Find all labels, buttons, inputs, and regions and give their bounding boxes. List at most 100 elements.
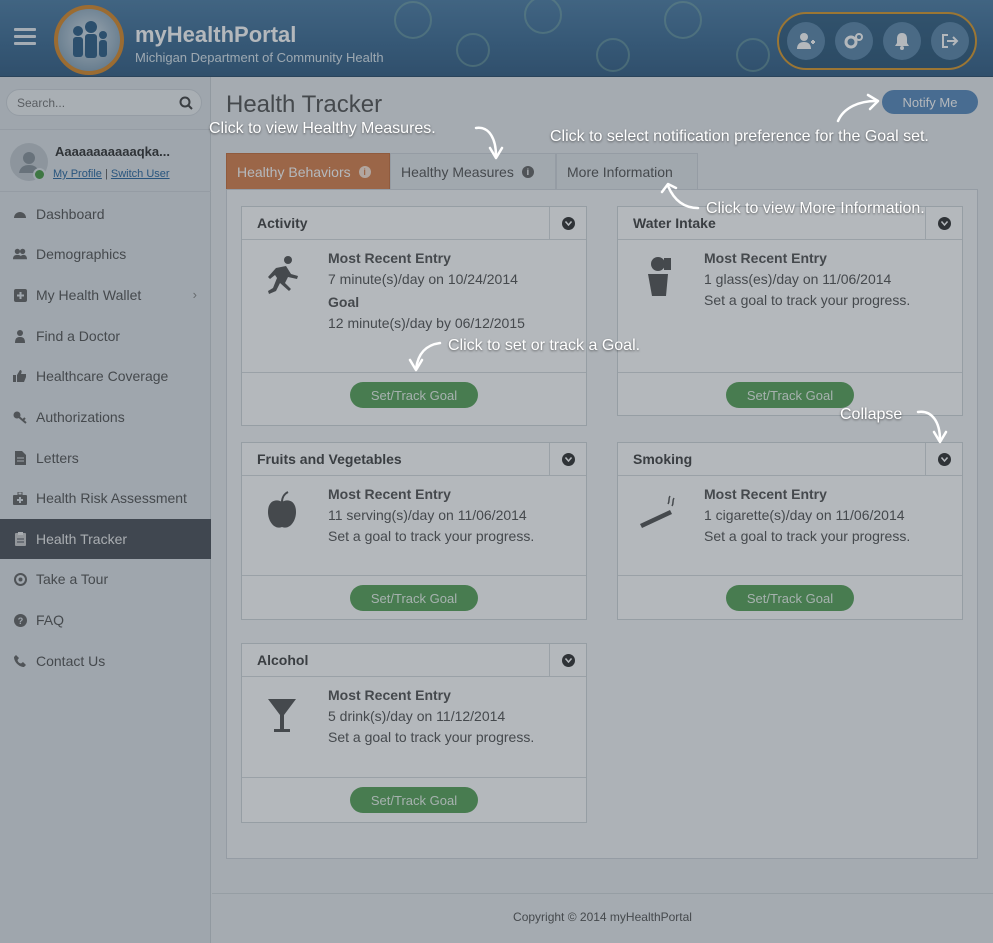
sidebar-item-health-wallet[interactable]: My Health Wallet › [0, 275, 211, 315]
settings-icon[interactable] [835, 22, 873, 60]
card-water-intake: Water Intake Most Recent Entry 1 glass(e… [617, 206, 963, 416]
collapse-toggle[interactable] [549, 207, 586, 240]
sidebar-item-healthcare-coverage[interactable]: Healthcare Coverage [0, 356, 211, 396]
chevron-right-icon: › [192, 287, 197, 302]
set-track-goal-button[interactable]: Set/Track Goal [350, 787, 478, 813]
card-footer: Set/Track Goal [242, 777, 586, 823]
most-recent-entry-label: Most Recent Entry [704, 486, 827, 502]
notify-me-button[interactable]: Notify Me [882, 90, 978, 114]
card-footer: Set/Track Goal [618, 372, 962, 418]
tab-panel: Activity Most Recent Entry 7 minute(s)/d… [226, 189, 978, 859]
set-track-goal-button[interactable]: Set/Track Goal [350, 382, 478, 408]
sidebar-item-label: Authorizations [36, 409, 125, 425]
tab-healthy-measures[interactable]: Healthy Measures i [390, 153, 556, 190]
chevron-down-icon [561, 453, 575, 466]
question-icon: ? [13, 613, 27, 627]
collapse-toggle[interactable] [925, 443, 962, 476]
bell-icon[interactable] [883, 22, 921, 60]
card-title: Smoking [633, 451, 693, 467]
sidebar-item-label: Demographics [36, 246, 127, 262]
sidebar-item-label: Dashboard [36, 206, 105, 222]
clipboard-icon [13, 532, 27, 546]
info-icon[interactable]: i [358, 166, 371, 178]
sign-out-icon[interactable] [931, 22, 969, 60]
collapse-toggle[interactable] [925, 207, 962, 240]
chevron-down-icon [937, 453, 951, 466]
app-subtitle: Michigan Department of Community Health [135, 50, 384, 65]
drinking-icon [648, 257, 671, 296]
app-header: myHealthPortal Michigan Department of Co… [0, 0, 993, 77]
sidebar-item-letters[interactable]: Letters [0, 438, 211, 478]
card-body: Most Recent Entry 5 drink(s)/day on 11/1… [242, 677, 586, 776]
most-recent-entry-label: Most Recent Entry [704, 250, 827, 266]
key-icon [13, 410, 27, 424]
user-links: My Profile | Switch User [53, 168, 170, 180]
chevron-down-icon [937, 217, 951, 230]
sidebar-item-authorizations[interactable]: Authorizations [0, 397, 211, 437]
info-icon[interactable]: i [521, 166, 534, 178]
sidebar-item-dashboard[interactable]: Dashboard [0, 194, 211, 234]
apple-icon [268, 491, 296, 528]
plus-square-icon [13, 288, 27, 302]
card-footer: Set/Track Goal [242, 372, 586, 418]
sidebar-item-label: Find a Doctor [36, 328, 121, 344]
tab-healthy-behaviors[interactable]: Healthy Behaviors i [226, 153, 390, 190]
card-header: Activity [242, 207, 586, 240]
search-icon[interactable] [179, 96, 193, 110]
user-card: Aaaaaaaaaaaqka... My Profile | Switch Us… [0, 129, 211, 192]
goal-value: 12 minute(s)/day by 06/12/2015 [328, 315, 525, 331]
link-separator: | [104, 168, 108, 180]
card-alcohol: Alcohol Most Recent Entry 5 drink(s)/day… [241, 643, 587, 823]
sidebar-item-label: Contact Us [36, 653, 106, 669]
most-recent-entry-label: Most Recent Entry [328, 687, 451, 703]
set-track-goal-button[interactable]: Set/Track Goal [726, 585, 854, 611]
card-smoking: Smoking Most Recent Entry 1 cigarette(s)… [617, 442, 963, 620]
sidebar-item-find-doctor[interactable]: Find a Doctor [0, 316, 211, 356]
sidebar-item-faq[interactable]: ? FAQ [0, 600, 211, 640]
tour-tip-notify: Click to select notification preference … [550, 128, 929, 145]
sidebar-item-health-risk-assessment[interactable]: Health Risk Assessment [0, 478, 211, 518]
search-input[interactable] [17, 90, 167, 115]
document-icon [13, 451, 27, 465]
menu-toggle-icon[interactable] [14, 28, 36, 46]
card-footer: Set/Track Goal [242, 575, 586, 621]
switch-user-link[interactable]: Switch User [111, 168, 170, 180]
search-box [6, 89, 202, 116]
sidebar-item-contact-us[interactable]: Contact Us [0, 641, 211, 681]
set-track-goal-button[interactable]: Set/Track Goal [726, 382, 854, 408]
goal-prompt: Set a goal to track your progress. [328, 528, 535, 544]
cigarette-icon [640, 495, 675, 528]
chevron-down-icon [561, 654, 575, 667]
most-recent-entry-value: 11 serving(s)/day on 11/06/2014 [328, 507, 527, 523]
sidebar-item-health-tracker[interactable]: Health Tracker [0, 519, 211, 559]
tab-more-information[interactable]: More Information [556, 153, 698, 190]
sidebar-item-label: Health Risk Assessment [36, 490, 187, 506]
sidebar-item-label: My Health Wallet [36, 287, 142, 303]
portal-logo [54, 5, 124, 75]
medkit-icon [13, 491, 27, 505]
sidebar-item-demographics[interactable]: Demographics [0, 234, 211, 274]
sidebar-item-take-tour[interactable]: Take a Tour [0, 559, 211, 599]
add-user-icon[interactable] [787, 22, 825, 60]
my-profile-link[interactable]: My Profile [53, 168, 102, 180]
card-header: Fruits and Vegetables [242, 443, 586, 476]
sidebar-item-label: FAQ [36, 612, 65, 628]
card-body: Most Recent Entry 1 glass(es)/day on 11/… [618, 240, 962, 372]
card-fruits-vegetables: Fruits and Vegetables Most Recent Entry … [241, 442, 587, 620]
most-recent-entry-value: 5 drink(s)/day on 11/12/2014 [328, 708, 506, 724]
thumbs-up-icon [13, 369, 27, 383]
page-footer: Copyright © 2014 myHealthPortal [212, 893, 993, 943]
card-title: Activity [257, 215, 308, 231]
collapse-toggle[interactable] [549, 443, 586, 476]
card-body: Most Recent Entry 1 cigarette(s)/day on … [618, 476, 962, 575]
tour-tip-set-goal: Click to set or track a Goal. [448, 337, 641, 354]
card-header: Alcohol [242, 644, 586, 677]
sidebar-item-label: Healthcare Coverage [36, 368, 169, 384]
set-track-goal-button[interactable]: Set/Track Goal [350, 585, 478, 611]
most-recent-entry-label: Most Recent Entry [328, 486, 451, 502]
card-footer: Set/Track Goal [618, 575, 962, 621]
collapse-toggle[interactable] [549, 644, 586, 677]
card-title: Fruits and Vegetables [257, 451, 402, 467]
phone-icon [13, 654, 27, 668]
card-body: Most Recent Entry 11 serving(s)/day on 1… [242, 476, 586, 575]
